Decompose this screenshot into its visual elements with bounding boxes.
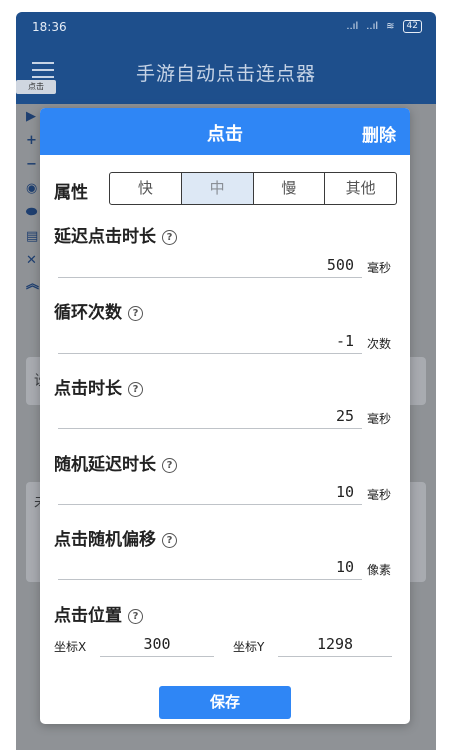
segment-fast[interactable]: 快 (110, 173, 181, 204)
attribute-row: 属性 快 中 慢 其他 (54, 172, 398, 205)
attribute-label: 属性 (54, 183, 88, 203)
segment-other[interactable]: 其他 (324, 173, 396, 204)
segment-slow[interactable]: 慢 (252, 173, 325, 204)
wifi-icon: ≋ (386, 21, 395, 32)
signal-icon: ..ıl (346, 21, 359, 32)
delete-button[interactable]: 删除 (362, 121, 396, 146)
coord-x-input[interactable]: 300 (100, 631, 214, 657)
app-bar: 手游自动点击连点器 (16, 42, 436, 104)
click-duration-unit: 毫秒 (367, 412, 392, 426)
help-icon[interactable]: ? (128, 382, 143, 397)
loop-count-label: 循环次数? (54, 298, 143, 323)
help-icon[interactable]: ? (128, 609, 143, 624)
dialog-title: 点击 (207, 124, 243, 145)
click-duration-label: 点击时长? (54, 374, 143, 399)
random-offset-label-text: 点击随机偏移 (54, 530, 156, 550)
click-position-label: 点击位置? (54, 601, 143, 626)
random-offset-input[interactable]: 10 (58, 554, 362, 580)
loop-count-input[interactable]: -1 (58, 328, 362, 354)
help-icon[interactable]: ? (162, 230, 177, 245)
random-delay-unit: 毫秒 (367, 488, 392, 502)
click-settings-dialog: 点击 删除 属性 快 中 慢 其他 延迟点击时长? 500 毫秒 循环次数? -… (40, 108, 410, 724)
help-icon[interactable]: ? (128, 306, 143, 321)
random-delay-label-text: 随机延迟时长 (54, 455, 156, 475)
loop-count-label-text: 循环次数 (54, 303, 122, 323)
random-delay-input[interactable]: 10 (58, 479, 362, 505)
coord-y-label: 坐标Y (233, 640, 265, 654)
random-delay-label: 随机延迟时长? (54, 450, 177, 475)
delay-click-input[interactable]: 500 (58, 252, 362, 278)
click-position-label-text: 点击位置 (54, 606, 122, 626)
delay-click-label-text: 延迟点击时长 (54, 227, 156, 247)
speed-segmented-control: 快 中 慢 其他 (109, 172, 397, 205)
floating-tag: 点击 (16, 80, 56, 94)
coord-y-input[interactable]: 1298 (278, 631, 392, 657)
dialog-header: 点击 删除 (40, 108, 410, 155)
delay-click-label: 延迟点击时长? (54, 222, 177, 247)
loop-count-unit: 次数 (367, 337, 392, 351)
battery-icon: 42 (402, 20, 422, 33)
signal-icon-2: ..ıl (366, 21, 379, 32)
help-icon[interactable]: ? (162, 533, 177, 548)
help-icon[interactable]: ? (162, 458, 177, 473)
segment-medium[interactable]: 中 (180, 173, 253, 204)
click-duration-label-text: 点击时长 (54, 379, 122, 399)
status-bar: 18:36 ..ıl ..ıl ≋ 42 (16, 12, 436, 42)
delay-click-unit: 毫秒 (367, 261, 392, 275)
status-icons: ..ıl ..ıl ≋ 42 (346, 20, 422, 33)
coord-x-label: 坐标X (54, 640, 87, 654)
random-offset-label: 点击随机偏移? (54, 525, 177, 550)
save-button[interactable]: 保存 (159, 686, 291, 719)
click-duration-input[interactable]: 25 (58, 403, 362, 429)
status-time: 18:36 (32, 20, 67, 34)
app-title: 手游自动点击连点器 (135, 63, 316, 85)
random-offset-unit: 像素 (367, 563, 392, 577)
